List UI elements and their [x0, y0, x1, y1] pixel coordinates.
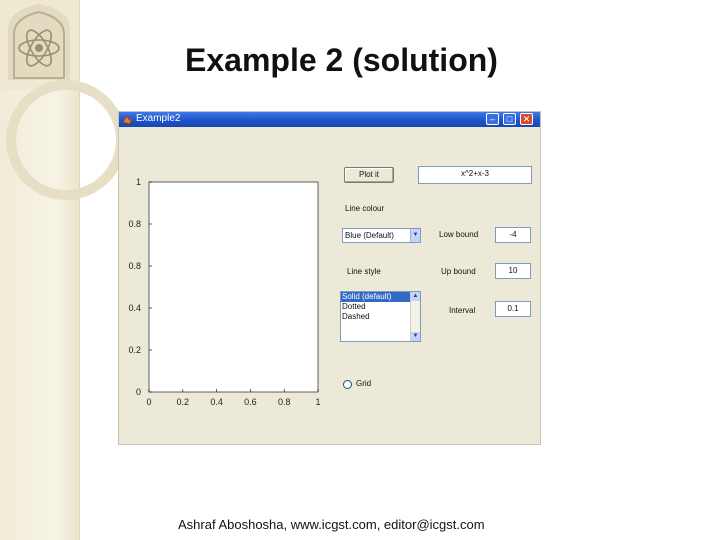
y-tick-label: 1	[136, 177, 141, 187]
x-tick-label: 0.2	[177, 397, 190, 407]
lower-bound-label: Low bound	[439, 230, 479, 239]
y-tick-label: 0.8	[128, 261, 141, 271]
y-tick-label: 0.2	[128, 345, 141, 355]
grid-radio-button[interactable]	[343, 380, 352, 389]
line-colour-dropdown[interactable]: Blue (Default) ▼	[342, 228, 421, 243]
line-colour-selected: Blue (Default)	[345, 231, 394, 240]
axes-background	[148, 181, 319, 393]
y-tick-label: 0	[136, 387, 141, 397]
atom-logo-icon	[0, 0, 79, 90]
y-tick-label: 0.8	[128, 219, 141, 229]
x-tick-label: 0.6	[244, 397, 257, 407]
decorative-band	[0, 0, 126, 540]
list-item-dotted[interactable]: Dotted	[341, 302, 420, 312]
chevron-up-icon[interactable]: ▲	[411, 292, 420, 301]
chevron-down-icon[interactable]: ▼	[410, 229, 420, 242]
y-tick-label: 0.4	[128, 303, 141, 313]
function-input[interactable]: x^2+x-3	[418, 166, 532, 184]
x-tick-label: 1	[315, 397, 320, 407]
x-tick-label: 0.8	[278, 397, 291, 407]
list-item-dashed[interactable]: Dashed	[341, 312, 420, 322]
line-style-label: Line style	[347, 267, 381, 276]
listbox-scrollbar[interactable]: ▲ ▼	[410, 292, 420, 341]
chevron-down-icon[interactable]: ▼	[411, 332, 420, 341]
x-tick-label: 0	[146, 397, 151, 407]
lower-bound-input[interactable]: -4	[495, 227, 531, 243]
interval-input[interactable]: 0.1	[495, 301, 531, 317]
slide-footer: Ashraf Aboshosha, www.icgst.com, editor@…	[178, 517, 485, 532]
upper-bound-label: Up bound	[441, 267, 476, 276]
decorative-ring	[6, 80, 126, 200]
plot-it-button[interactable]: Plot it	[344, 167, 394, 183]
list-item-solid[interactable]: Solid (default)	[341, 292, 420, 302]
matlab-window: Example2 – □ ✕ 1 0.8 0.8 0.4 0.2 0 0 0.2 0.4 0.6…	[119, 112, 540, 444]
slide-title: Example 2 (solution)	[185, 42, 498, 78]
x-tick-label: 0.4	[210, 397, 223, 407]
upper-bound-input[interactable]: 10	[495, 263, 531, 279]
plot-axes: 1 0.8 0.8 0.4 0.2 0 0 0.2 0.4 0.6 0.8 1	[128, 177, 320, 407]
line-style-listbox[interactable]: Solid (default) Dotted Dashed ▲ ▼	[340, 291, 421, 342]
grid-label: Grid	[356, 379, 372, 388]
interval-label: Interval	[449, 306, 476, 315]
line-colour-label: Line colour	[345, 204, 385, 213]
